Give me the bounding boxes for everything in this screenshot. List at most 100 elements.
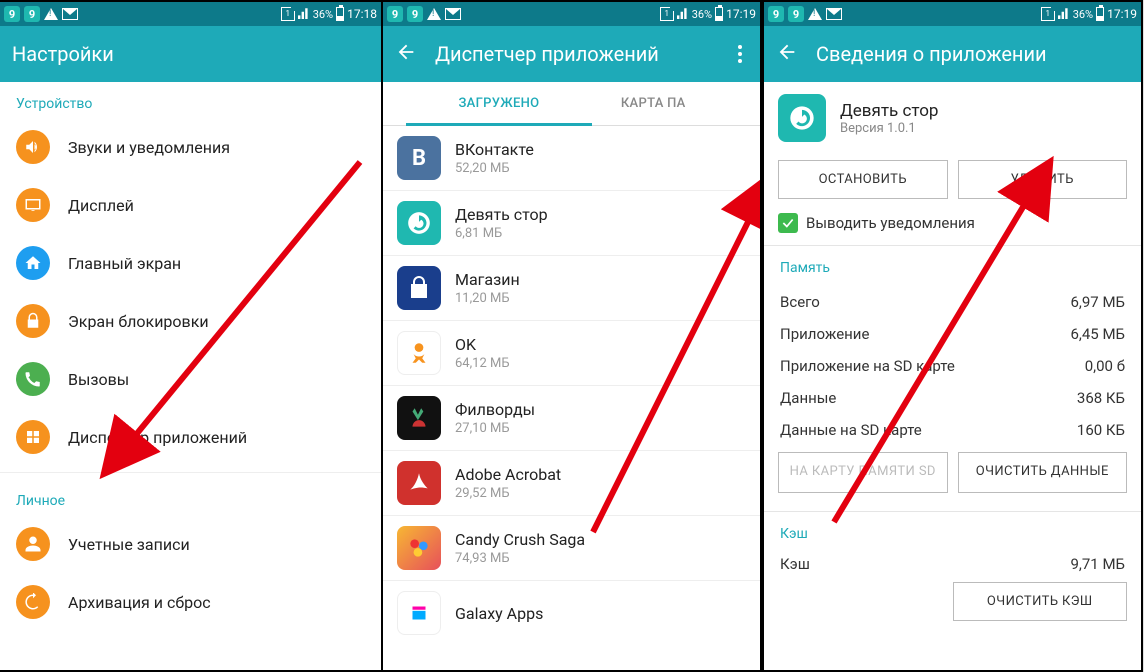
clock: 17:19 [1107,7,1137,21]
key: Данные [780,389,836,407]
app-bar: Сведения о приложении [764,26,1141,82]
app-icon-nine [778,94,826,142]
app-row-nine[interactable]: Девять стор 6,81 МБ [383,191,760,256]
notif-nine-icon: 9 [768,6,784,22]
clock: 17:18 [347,7,377,21]
app-row-vk[interactable]: B ВКонтакте52,20 МБ [383,126,760,191]
screen-app-info: 9 9 1 36% 17:19 Сведения о приложении Де… [762,0,1143,672]
more-button[interactable] [732,39,748,69]
settings-backup[interactable]: Архивация и сброс [0,573,381,631]
checkbox-icon [778,213,798,233]
page-title: Диспетчер приложений [435,42,714,66]
app-row-ok[interactable]: OK64,12 МБ [383,321,760,386]
app-size: 52,20 МБ [455,161,534,176]
settings-display[interactable]: Дисплей [0,176,381,234]
label: Главный экран [68,254,181,273]
battery-text: 36% [1073,8,1093,21]
back-button[interactable] [776,41,798,68]
app-name: ВКонтакте [455,140,534,159]
row-data: Данные368 КБ [764,382,1141,414]
app-row-store[interactable]: Магазин11,20 МБ [383,256,760,321]
signal-icon [677,7,689,22]
battery-text: 36% [313,8,333,21]
app-row-filwords[interactable]: Филворды27,10 МБ [383,386,760,451]
screen-settings: 9 9 1 36% 17:18 Настройки Устройство Зву… [0,0,381,672]
label: НА КАРТУ ПАМЯТИ SD [790,464,936,479]
app-size: 29,52 МБ [455,486,561,501]
settings-sounds[interactable]: Звуки и уведомления [0,118,381,176]
mail-icon [62,8,78,20]
app-bar: Диспетчер приложений [383,26,760,82]
sim-icon: 1 [281,7,295,21]
warning-icon [808,8,822,20]
app-icon-store [397,266,441,310]
settings-lockscreen[interactable]: Экран блокировки [0,292,381,350]
key: Данные на SD карте [780,421,922,439]
label: ОЧИСТИТЬ ДАННЫЕ [976,464,1109,479]
tab-label: ЗАГРУЖЕНО [458,96,539,111]
tab-loaded[interactable]: ЗАГРУЖЕНО [383,82,615,125]
clear-cache-button[interactable]: ОЧИСТИТЬ КЭШ [953,582,1128,621]
mail-icon [445,8,461,20]
settings-accounts[interactable]: Учетные записи [0,515,381,573]
app-icon-filwords [397,396,441,440]
app-row-galaxy[interactable]: Galaxy Apps [383,581,760,645]
notif-nine-icon: 9 [24,6,40,22]
tabs: ЗАГРУЖЕНО КАРТА ПА [383,82,760,126]
clock: 17:19 [726,7,756,21]
move-sd-button: НА КАРТУ ПАМЯТИ SD [778,452,948,493]
home-icon [16,246,50,280]
status-bar: 9 9 1 36% 17:18 [0,2,381,26]
app-icon-galaxy [397,591,441,635]
back-button[interactable] [395,41,417,68]
lock-icon [16,304,50,338]
row-total: Всего6,97 МБ [764,286,1141,318]
settings-home[interactable]: Главный экран [0,234,381,292]
app-size: 27,10 МБ [455,421,535,436]
app-name: Candy Crush Saga [455,530,585,549]
phone-icon [16,362,50,396]
label: Диспетчер приложений [68,428,247,447]
label: Вызовы [68,370,129,389]
label: Экран блокировки [68,312,209,331]
app-row-candy[interactable]: Candy Crush Saga 74,93 МБ [383,516,760,581]
notifications-checkbox-row[interactable]: Выводить уведомления [764,209,1141,246]
display-icon [16,188,50,222]
warning-icon [44,8,58,20]
stop-button[interactable]: ОСТАНОВИТЬ [778,160,948,199]
tab-label: КАРТА ПА [621,96,686,111]
settings-calls[interactable]: Вызовы [0,350,381,408]
value: 0,00 б [1085,357,1125,375]
tab-sdcard[interactable]: КАРТА ПА [615,82,760,125]
app-size: 6,81 МБ [455,226,548,241]
app-name: Adobe Acrobat [455,465,561,484]
label: Звуки и уведомления [68,138,230,157]
row-app-sd: Приложение на SD карте0,00 б [764,350,1141,382]
app-header: Девять стор Версия 1.0.1 [764,82,1141,154]
app-size: 74,93 МБ [455,551,585,566]
section-device: Устройство [0,82,381,118]
app-name: Магазин [455,270,520,289]
section-cache: Кэш [764,512,1141,548]
delete-button[interactable]: УДАЛИТЬ [958,160,1128,199]
section-personal: Личное [0,479,381,515]
app-name: Девять стор [455,205,548,224]
section-memory: Память [764,246,1141,282]
mail-icon [826,8,842,20]
signal-icon [1058,7,1070,22]
sim-icon: 1 [1041,7,1055,21]
warning-icon [427,8,441,20]
notif-nine-icon: 9 [4,6,20,22]
row-data-sd: Данные на SD карте160 КБ [764,414,1141,446]
value: 9,71 МБ [1070,555,1125,573]
app-row-acrobat[interactable]: Adobe Acrobat 29,52 МБ [383,451,760,516]
clear-data-button[interactable]: ОЧИСТИТЬ ДАННЫЕ [958,452,1128,493]
app-name: Galaxy Apps [455,604,543,623]
notif-nine-icon: 9 [387,6,403,22]
key: Приложение [780,325,869,343]
app-size: 64,12 МБ [455,356,510,371]
signal-icon [298,7,310,22]
value: 6,45 МБ [1070,325,1125,343]
notif-nine-icon: 9 [407,6,423,22]
settings-app-manager[interactable]: Диспетчер приложений [0,408,381,466]
